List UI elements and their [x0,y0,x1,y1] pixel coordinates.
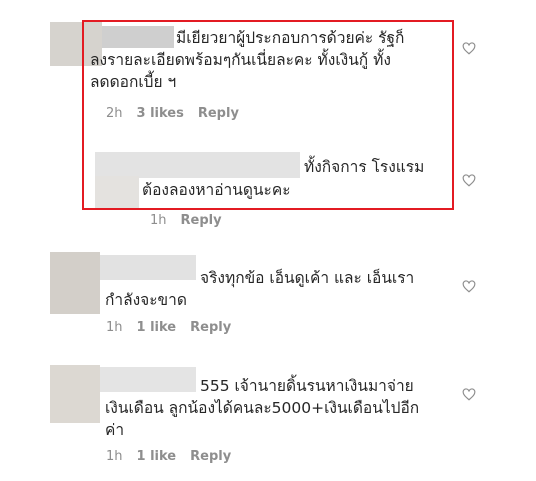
redacted-username [100,367,196,392]
comment-time: 1h [150,213,167,228]
comment-meta: 1h 1 like Reply [106,320,231,335]
comment-meta: 1h 1 like Reply [106,449,231,464]
highlight-box [82,20,454,210]
comment-meta: 1h Reply [150,213,222,228]
comment-text-line: จริงทุกข้อ เอ็นดูเค้า และ เอ็นเรา [200,269,415,287]
like-count[interactable]: 1 like [137,320,177,335]
avatar[interactable] [50,365,100,423]
redacted-username [100,255,196,280]
reply-button[interactable]: Reply [190,320,231,335]
comment-text-line: กำลังจะขาด [105,291,187,309]
heart-outline-icon[interactable] [462,42,476,55]
heart-outline-icon[interactable] [462,174,476,187]
comment-text-line: ค่า [105,421,125,439]
reply-button[interactable]: Reply [181,213,222,228]
heart-outline-icon[interactable] [462,388,476,401]
reply-button[interactable]: Reply [190,449,231,464]
comment-text-line: เงินเดือน ลูกน้องได้คนละ5000+เงินเดือนไป… [105,399,420,417]
comment-time: 1h [106,320,123,335]
like-count[interactable]: 1 like [137,449,177,464]
heart-outline-icon[interactable] [462,280,476,293]
avatar[interactable] [50,252,100,314]
comment-text-line: 555 เจ้านายดิ้นรนหาเงินมาจ่าย [200,377,414,395]
comment-time: 1h [106,449,123,464]
